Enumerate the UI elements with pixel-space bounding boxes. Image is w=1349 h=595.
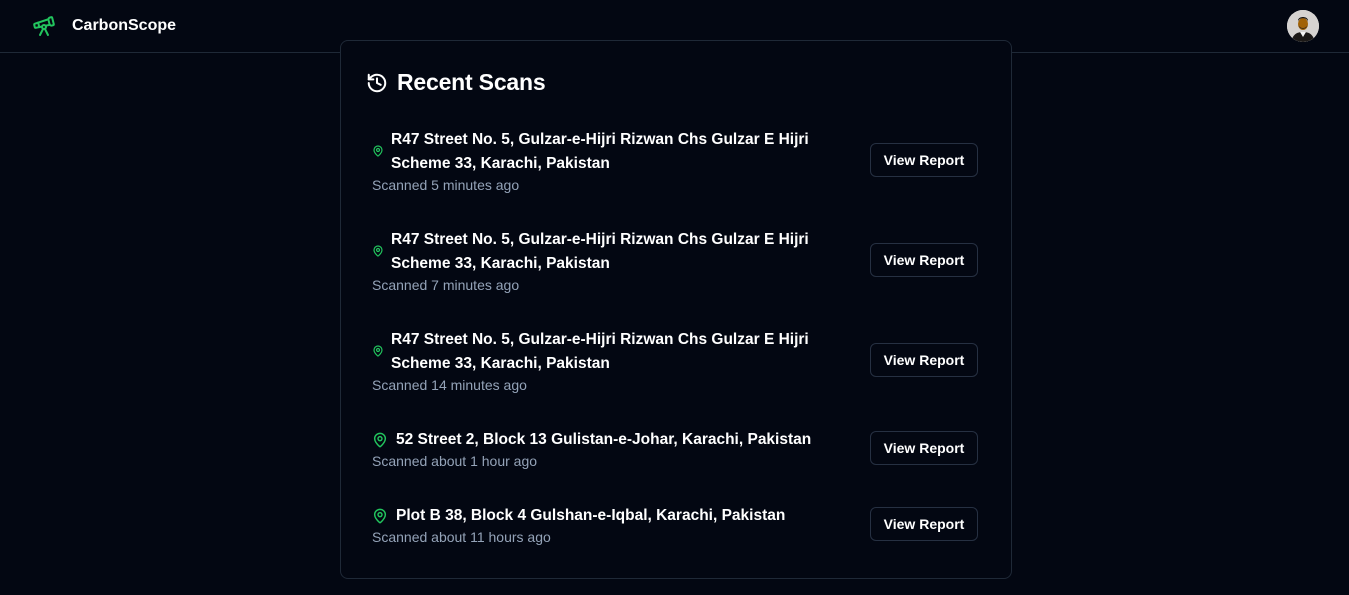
scan-item: R47 Street No. 5, Gulzar-e-Hijri Rizwan … (372, 128, 982, 198)
scan-time: Scanned 14 minutes ago (372, 377, 527, 393)
scan-time: Scanned about 11 hours ago (372, 529, 551, 545)
scan-item: R47 Street No. 5, Gulzar-e-Hijri Rizwan … (372, 228, 982, 298)
scan-time: Scanned about 1 hour ago (372, 453, 538, 469)
map-pin-icon (373, 345, 383, 357)
view-report-button[interactable]: View Report (870, 143, 978, 177)
view-report-button[interactable]: View Report (870, 507, 978, 541)
history-icon (367, 73, 387, 93)
scan-time: Scanned 7 minutes ago (372, 277, 520, 293)
view-report-button[interactable]: View Report (870, 431, 978, 465)
scan-address: 52 Street 2, Block 13 Gulistan-e-Johar, … (396, 431, 812, 448)
scan-address: Plot B 38, Block 4 Gulshan-e-Iqbal, Kara… (396, 507, 786, 524)
scan-item: 52 Street 2, Block 13 Gulistan-e-Johar, … (372, 428, 982, 474)
view-report-button[interactable]: View Report (870, 343, 978, 377)
scan-address-line2: Scheme 33, Karachi, Pakistan (391, 155, 610, 172)
avatar-image (1287, 10, 1319, 42)
scan-item: Plot B 38, Block 4 Gulshan-e-Iqbal, Kara… (372, 504, 982, 550)
map-pin-icon (373, 245, 383, 257)
map-pin-icon (373, 432, 387, 448)
view-report-button[interactable]: View Report (870, 243, 978, 277)
scan-item: R47 Street No. 5, Gulzar-e-Hijri Rizwan … (372, 328, 982, 398)
scan-address-line2: Scheme 33, Karachi, Pakistan (391, 355, 610, 372)
scan-address: R47 Street No. 5, Gulzar-e-Hijri Rizwan … (391, 131, 809, 148)
user-avatar[interactable] (1287, 10, 1319, 42)
scan-address: R47 Street No. 5, Gulzar-e-Hijri Rizwan … (391, 231, 809, 248)
map-pin-icon (373, 145, 383, 157)
scan-address-line2: Scheme 33, Karachi, Pakistan (391, 255, 610, 272)
recent-scans-title: Recent Scans (397, 69, 546, 95)
telescope-icon[interactable] (32, 14, 56, 38)
scan-time: Scanned 5 minutes ago (372, 177, 520, 193)
recent-scans-card (340, 40, 1012, 579)
map-pin-icon (373, 508, 387, 524)
brand-name[interactable]: CarbonScope (72, 16, 176, 36)
scan-address: R47 Street No. 5, Gulzar-e-Hijri Rizwan … (391, 331, 809, 348)
